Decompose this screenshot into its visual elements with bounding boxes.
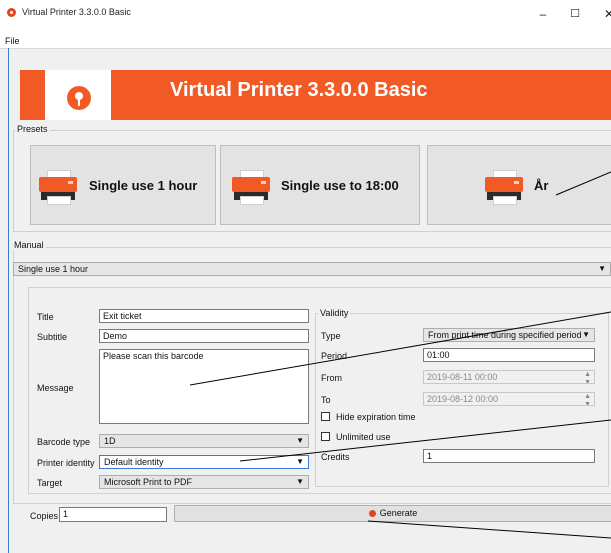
callout-line-generate bbox=[367, 520, 611, 539]
callout-line-message bbox=[189, 311, 611, 386]
callout-line-ar bbox=[555, 171, 611, 196]
callout-lines bbox=[189, 171, 611, 539]
callout-line-identity bbox=[239, 419, 611, 462]
